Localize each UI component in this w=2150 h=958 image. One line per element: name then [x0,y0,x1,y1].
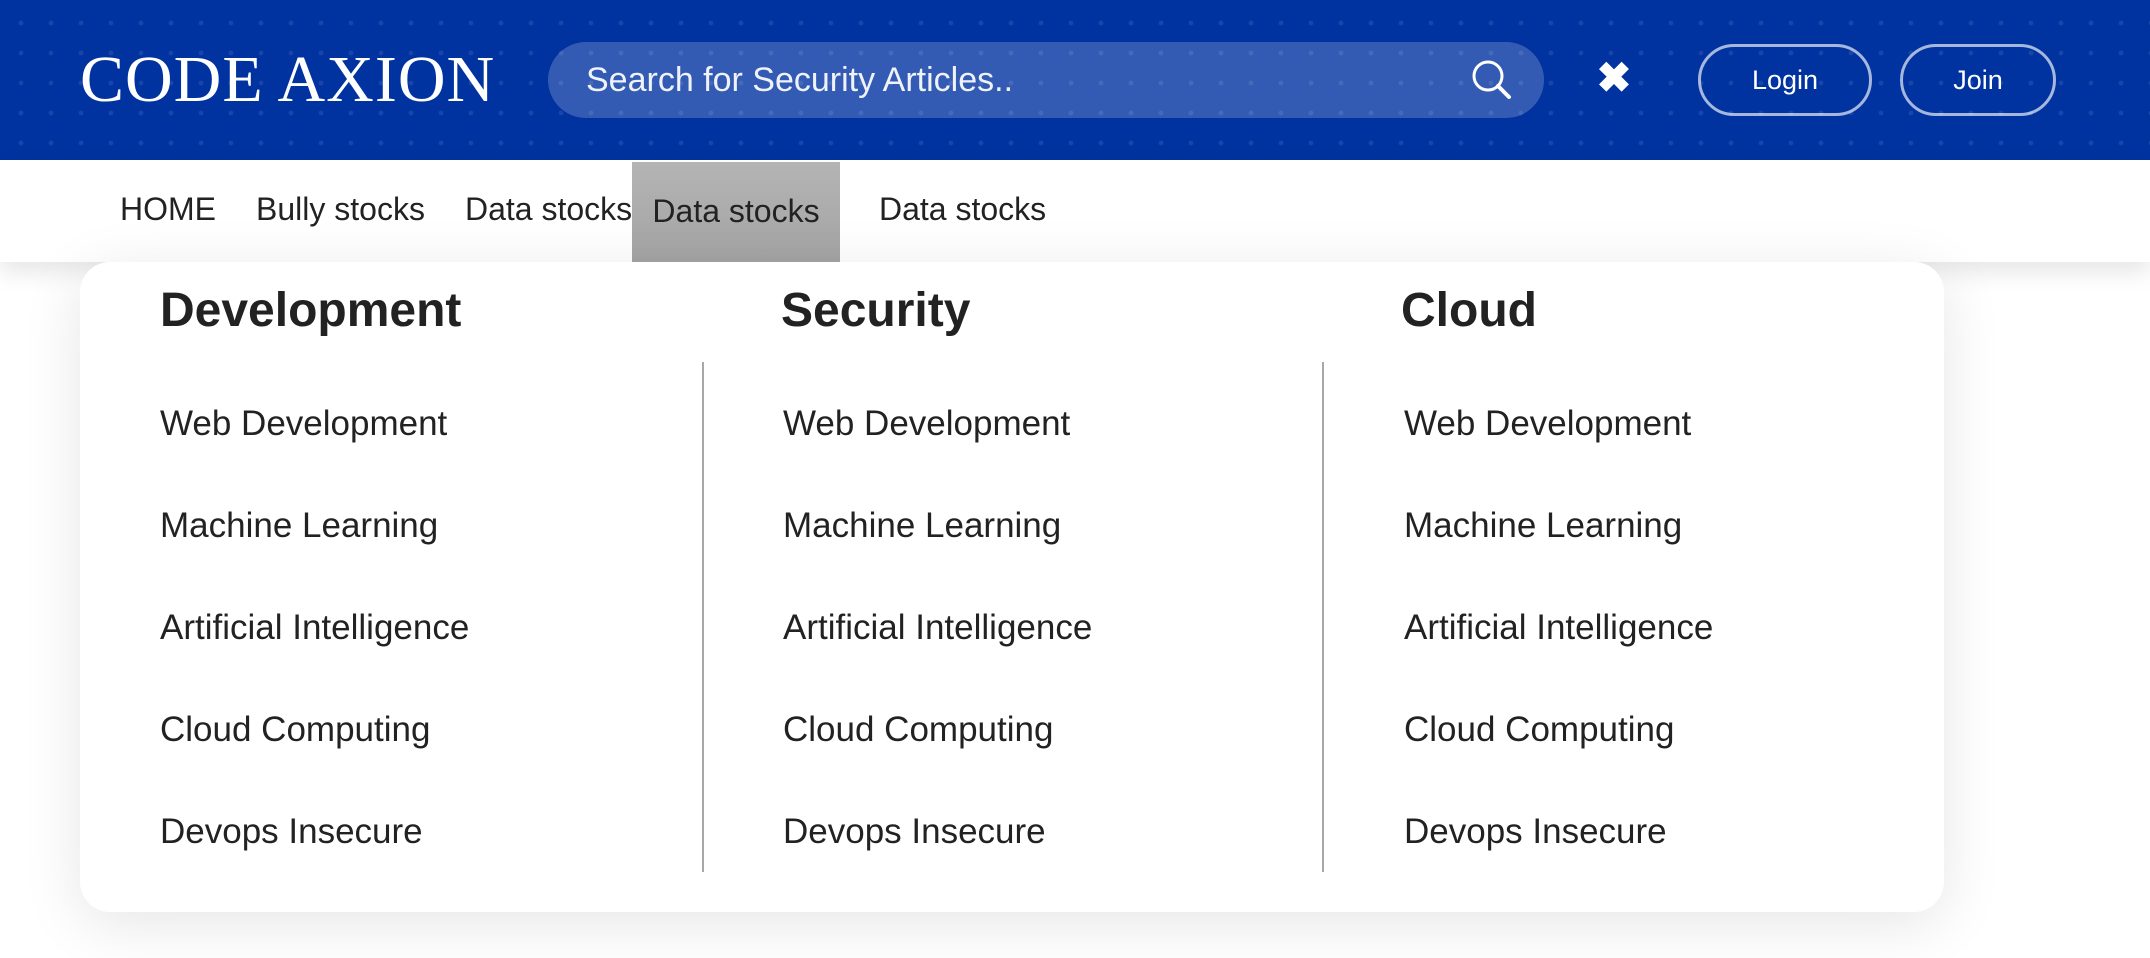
menu-link[interactable]: Machine Learning [160,490,469,592]
column-list-security: Web Development Machine Learning Artific… [783,388,1092,898]
login-button[interactable]: Login [1698,44,1872,116]
site-logo[interactable]: CODE AXION [80,42,495,118]
menu-link[interactable]: Cloud Computing [160,694,469,796]
column-heading-cloud: Cloud [1401,284,1537,337]
site-header: CODE AXION ✖ Login Join [0,0,2150,160]
menu-link[interactable]: Artificial Intelligence [783,592,1092,694]
search-input[interactable] [586,42,1466,118]
menu-link[interactable]: Cloud Computing [1404,694,1713,796]
column-heading-development: Development [160,284,462,337]
menu-link[interactable]: Web Development [160,388,469,490]
menu-link[interactable]: Machine Learning [1404,490,1713,592]
column-divider [1322,362,1324,872]
column-list-cloud: Web Development Machine Learning Artific… [1404,388,1713,898]
menu-link[interactable]: Artificial Intelligence [1404,592,1713,694]
main-nav: HOME Bully stocks Data stocks Data stock… [0,160,2150,262]
menu-link[interactable]: Web Development [1404,388,1713,490]
menu-link[interactable]: Machine Learning [783,490,1092,592]
column-list-development: Web Development Machine Learning Artific… [160,388,469,898]
menu-link[interactable]: Devops Insecure [783,796,1092,898]
menu-link[interactable]: Cloud Computing [783,694,1092,796]
nav-item-data-stocks[interactable]: Data stocks [465,160,632,262]
mega-menu-dropdown: Development Web Development Machine Lear… [80,262,1944,912]
column-heading-security: Security [781,284,971,337]
nav-item-data-stocks-2[interactable]: Data stocks [879,160,1046,262]
nav-item-data-stocks-active[interactable]: Data stocks [632,162,840,262]
search-icon[interactable] [1470,58,1514,102]
menu-link[interactable]: Devops Insecure [1404,796,1713,898]
join-button[interactable]: Join [1900,44,2056,116]
nav-item-bully-stocks[interactable]: Bully stocks [256,160,425,262]
menu-link[interactable]: Artificial Intelligence [160,592,469,694]
close-icon[interactable]: ✖ [1592,52,1636,104]
menu-link[interactable]: Web Development [783,388,1092,490]
nav-item-home[interactable]: HOME [120,160,216,262]
column-divider [702,362,704,872]
menu-link[interactable]: Devops Insecure [160,796,469,898]
search-bar [548,42,1544,118]
